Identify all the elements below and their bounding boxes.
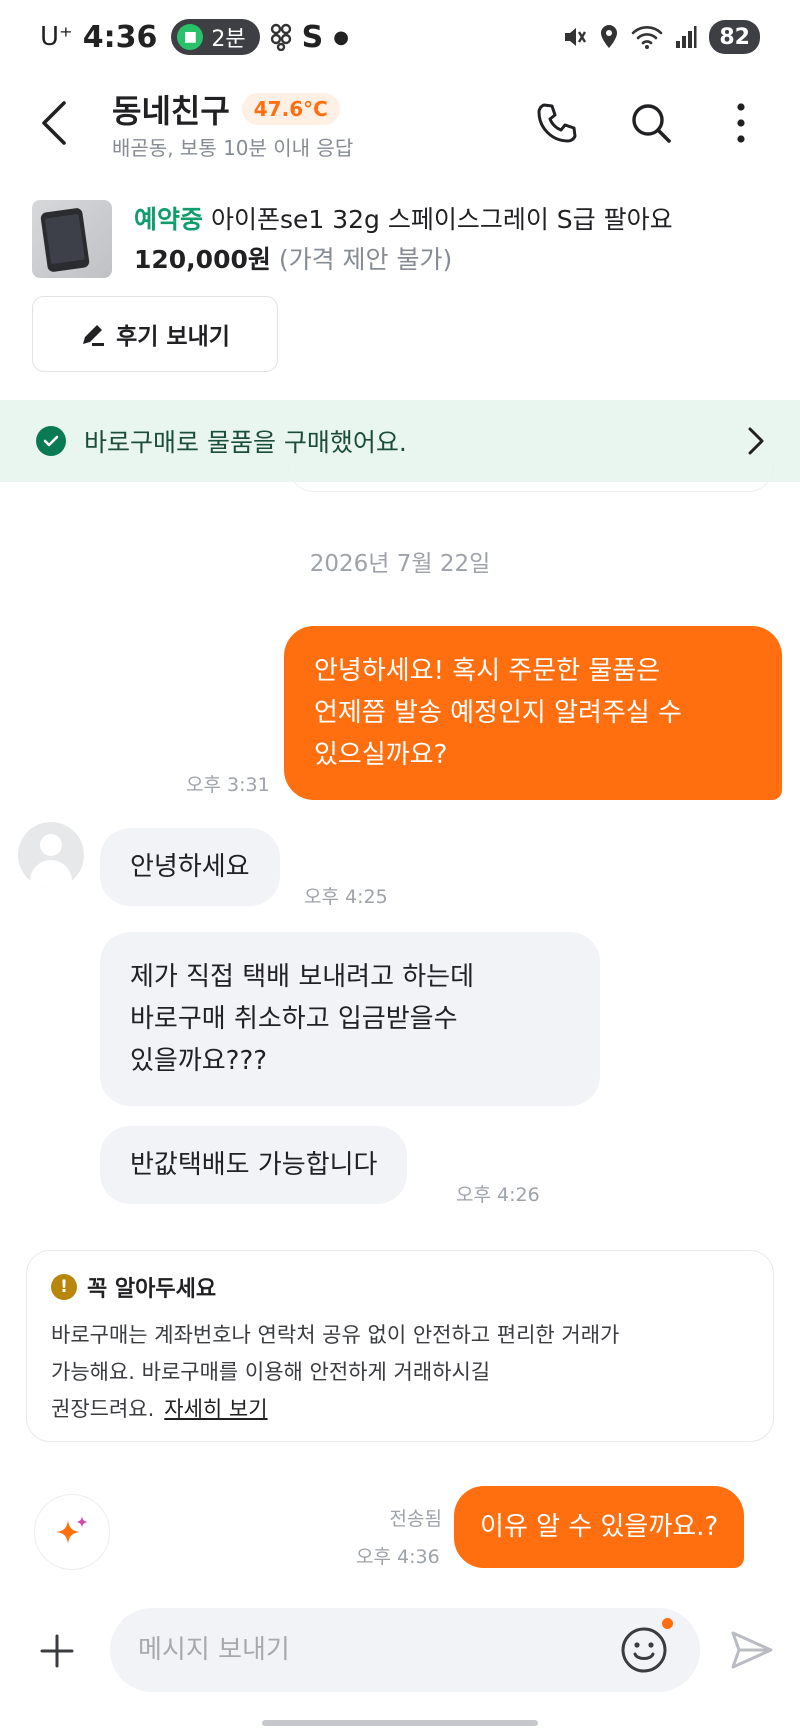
- date-separator: 2026년 7월 22일: [309, 551, 491, 577]
- product-title: 아이폰se1 32g 스페이스그레이 S급 팔아요: [210, 205, 673, 234]
- attach-button[interactable]: [30, 1624, 84, 1678]
- incoming-message: 반값택배도 가능합니다: [100, 1126, 408, 1204]
- message-line: 안녕하세요: [130, 852, 250, 882]
- search-button[interactable]: [624, 96, 678, 150]
- send-review-label: 후기 보내기: [116, 324, 230, 350]
- message-line: 반값택배도 가능합니다: [130, 1150, 378, 1180]
- notice-title: 꼭 알아두세요: [87, 1277, 217, 1302]
- previous-message-bubble: [288, 462, 774, 492]
- message-time: 오후 4:36: [356, 1546, 440, 1568]
- safety-notice: ! 꼭 알아두세요 바로구매는 계좌번호나 연락처 공유 없이 안전하고 편리한…: [26, 1250, 774, 1442]
- notification-dot-icon: ●: [333, 26, 349, 48]
- mute-icon: [565, 28, 587, 46]
- manner-temperature-badge: 47.6°C: [241, 93, 340, 125]
- back-button[interactable]: [40, 96, 80, 150]
- home-indicator[interactable]: [262, 1720, 538, 1726]
- location-icon: [601, 25, 618, 48]
- transit-pill: ■ 2분: [171, 19, 260, 55]
- message-time: 오후 4:25: [304, 886, 388, 908]
- message-time: 오후 4:26: [456, 1184, 540, 1206]
- incoming-message: 안녕하세요: [100, 828, 280, 906]
- transit-label: 2분: [211, 27, 246, 52]
- banner-text: 바로구매로 물품을 구매했어요.: [84, 428, 407, 457]
- message-line: 바로구매 취소하고 입금받을수: [130, 1004, 458, 1034]
- send-button[interactable]: [726, 1624, 778, 1676]
- message-time: 오후 3:31: [186, 774, 270, 796]
- message-line: 있을까요???: [130, 1046, 268, 1076]
- app-letter: S: [301, 19, 324, 55]
- send-icon: [731, 1631, 773, 1669]
- emoji-icon: [621, 1627, 667, 1673]
- incoming-message: 제가 직접 택배 보내려고 하는데 바로구매 취소하고 입금받을수 있을까요??…: [100, 932, 600, 1106]
- train-icon: ■: [177, 24, 204, 50]
- warning-icon: !: [51, 1274, 77, 1300]
- status-bar: U⁺ 4:36 ■ 2분 S ● 82: [0, 0, 800, 74]
- message-line: 안녕하세요! 혹시 주문한 물품은: [314, 656, 661, 686]
- product-price: 120,000원: [134, 245, 271, 274]
- more-icon: [737, 103, 745, 143]
- wifi-icon: [632, 26, 663, 49]
- search-icon: [632, 104, 671, 143]
- chat-subtitle: 배곧동, 보통 10분 이내 응답: [112, 136, 354, 160]
- title-row: 동네친구 47.6°C: [112, 86, 340, 132]
- message-line: 언제쯤 발송 예정인지 알려주실 수: [314, 698, 682, 728]
- plus-icon: [40, 1634, 74, 1668]
- back-icon: [42, 101, 66, 145]
- notice-line: 가능해요. 바로구매를 이용해 안전하게 거래하시길: [51, 1360, 491, 1384]
- phone-icon: [537, 103, 577, 143]
- notice-line-text: 권장드려요.: [51, 1397, 155, 1421]
- notice-line: 바로구매는 계좌번호나 연락처 공유 없이 안전하고 편리한 거래가: [51, 1323, 620, 1347]
- price-note: (가격 제안 불가): [278, 245, 453, 274]
- avatar-icon[interactable]: [18, 822, 84, 888]
- message-line: 있으실까요?: [314, 740, 448, 770]
- notice-header: ! 꼭 알아두세요: [51, 1271, 749, 1303]
- call-button[interactable]: [530, 96, 584, 150]
- emoji-button[interactable]: [618, 1624, 670, 1676]
- app-grid-icon: [270, 23, 291, 51]
- product-thumbnail: [32, 200, 112, 278]
- new-badge-dot: [662, 1618, 673, 1629]
- status-right: 82: [561, 20, 760, 54]
- notice-body: 바로구매는 계좌번호나 연락처 공유 없이 안전하고 편리한 거래가 가능해요.…: [51, 1317, 749, 1428]
- notice-line: 권장드려요. 자세히 보기: [51, 1391, 749, 1428]
- product-title-line: 예약중 아이폰se1 32g 스페이스그레이 S급 팔아요: [134, 200, 673, 236]
- message-line: 이유 알 수 있을까요.?: [480, 1512, 719, 1542]
- clock: 4:36: [82, 19, 158, 55]
- signal-icon: [676, 26, 697, 48]
- outgoing-message: 이유 알 수 있을까요.?: [454, 1486, 745, 1568]
- message-input[interactable]: [110, 1608, 700, 1692]
- status-left: U⁺ 4:36 ■ 2분 S ●: [40, 19, 349, 55]
- ai-assist-button[interactable]: [34, 1494, 110, 1570]
- message-line: 제가 직접 택배 보내려고 하는데: [130, 962, 475, 992]
- edit-icon: [83, 325, 105, 346]
- sent-status: 전송됨: [389, 1508, 442, 1530]
- check-circle-icon: [36, 426, 66, 456]
- carrier-label: U⁺: [40, 22, 73, 52]
- product-status: 예약중: [134, 205, 204, 234]
- battery-indicator: 82: [709, 20, 760, 54]
- chevron-right-icon: [748, 427, 764, 455]
- product-summary[interactable]: 예약중 아이폰se1 32g 스페이스그레이 S급 팔아요 120,000원 (…: [32, 198, 772, 280]
- see-more-link[interactable]: 자세히 보기: [164, 1397, 267, 1421]
- product-price-line: 120,000원 (가격 제안 불가): [134, 240, 452, 276]
- more-button[interactable]: [714, 96, 768, 150]
- sparkle-icon: [56, 1516, 88, 1544]
- outgoing-message: 안녕하세요! 혹시 주문한 물품은 언제쯤 발송 예정인지 알려주실 수 있으실…: [284, 626, 782, 800]
- send-review-button[interactable]: 후기 보내기: [32, 296, 278, 372]
- chat-title: 동네친구: [112, 92, 230, 130]
- chat-header: 동네친구 47.6°C 배곧동, 보통 10분 이내 응답: [0, 74, 800, 174]
